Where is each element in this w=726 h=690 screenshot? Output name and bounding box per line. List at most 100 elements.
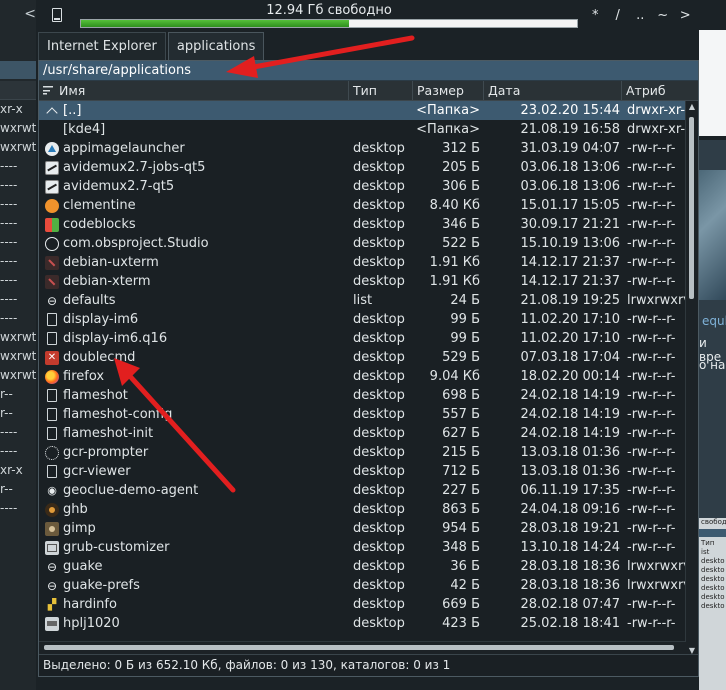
file-row[interactable]: appimagelauncher desktop 312 Б 31.03.19 04:… (39, 139, 686, 158)
file-row[interactable]: guake desktop 36 Б 28.03.18 18:36 lrwxrwxrv (39, 557, 686, 576)
file-icon (47, 389, 57, 402)
codeblocks-icon (45, 217, 59, 232)
column-attributes[interactable]: Атриб (622, 81, 686, 100)
root-button[interactable]: * (584, 8, 607, 23)
file-name-cell: defaults (39, 291, 345, 310)
file-attributes: lrwxrwxrv (627, 559, 686, 574)
symlink-icon (45, 294, 59, 308)
file-name-cell: debian-xterm (39, 272, 345, 291)
file-row[interactable]: firefox desktop 9.04 Кб 18.02.20 00:14 -rw-r… (39, 367, 686, 386)
horizontal-scrollbar[interactable] (39, 641, 686, 654)
file-size: 423 Б (442, 616, 480, 631)
file-date: 13.03.18 01:36 (520, 445, 621, 460)
column-date[interactable]: Дата (484, 81, 622, 100)
home-button[interactable]: ~ (652, 8, 675, 23)
file-name: flameshot (63, 388, 128, 403)
file-type: desktop (353, 179, 405, 194)
file-row[interactable]: grub-customizer desktop 348 Б 13.10.18 14:2… (39, 538, 686, 557)
file-date: 24.02.18 14:19 (520, 388, 621, 403)
left-panel-row: wxrwt (0, 121, 36, 135)
file-row[interactable]: guake-prefs desktop 42 Б 28.03.18 18:36 lrwx… (39, 576, 686, 595)
file-row[interactable]: [..] <Папка> 23.02.20 15:44 drwxr-xr- (39, 101, 686, 120)
horizontal-scroll-thumb[interactable] (44, 645, 674, 650)
column-size[interactable]: Размер (413, 81, 484, 100)
file-row[interactable]: codeblocks desktop 346 Б 30.09.17 21:21 -rw-… (39, 215, 686, 234)
file-attributes: -rw-r--r- (627, 502, 676, 517)
path-bar[interactable]: /usr/share/applications (39, 61, 698, 81)
drive-icon[interactable] (52, 8, 62, 22)
background-white-area (699, 30, 726, 136)
blank-icon (45, 123, 59, 137)
file-date: 11.02.20 17:10 (520, 312, 621, 327)
vertical-scrollbar[interactable]: ▲ ▼ (685, 101, 698, 657)
file-name: debian-uxterm (63, 255, 159, 270)
file-row[interactable]: debian-xterm desktop 1.91 Кб 14.12.17 21:37… (39, 272, 686, 291)
file-attributes: -rw-r--r- (627, 407, 676, 422)
left-panel-row: ---- (0, 311, 18, 325)
column-type[interactable]: Тип (349, 81, 413, 100)
column-name[interactable]: Имя (39, 81, 349, 100)
file-name: [..] (63, 103, 82, 118)
file-name: display-im6.q16 (63, 331, 168, 346)
drive-bar: 12.94 Гб свободно * / .. ~ > (36, 0, 699, 32)
file-row[interactable]: gimp desktop 954 Б 28.03.18 19:21 -rw-r--r- (39, 519, 686, 538)
file-name-cell: gcr-prompter (39, 443, 345, 462)
scroll-up-icon[interactable]: ▲ (688, 103, 696, 111)
file-row[interactable]: com.obsproject.Studio desktop 522 Б 15.10.1… (39, 234, 686, 253)
left-panel-nav-button[interactable]: < (2, 6, 36, 22)
obs-icon (45, 236, 59, 251)
left-panel-row: r-- (0, 387, 13, 401)
file-date: 14.12.17 21:37 (520, 274, 621, 289)
file-row[interactable]: avidemux2.7-qt5 desktop 306 Б 03.06.18 13:0… (39, 177, 686, 196)
file-size: 522 Б (442, 236, 480, 251)
file-row[interactable]: hardinfo desktop 669 Б 28.02.18 07:47 -rw-r-… (39, 595, 686, 614)
file-size: 348 Б (442, 540, 480, 555)
thumbnail-text: deskto (701, 593, 725, 601)
file-row[interactable]: flameshot-init desktop 627 Б 24.02.18 14:19… (39, 424, 686, 443)
file-type: desktop (353, 369, 405, 384)
gear-icon (45, 445, 59, 460)
file-row[interactable]: flameshot desktop 698 Б 24.02.18 14:19 -rw-r… (39, 386, 686, 405)
file-row[interactable]: debian-uxterm desktop 1.91 Кб 14.12.17 21:3… (39, 253, 686, 272)
file-size: 627 Б (442, 426, 480, 441)
file-row[interactable]: hplj1020 desktop 423 Б 25.02.18 18:41 -rw-r-… (39, 614, 686, 633)
file-row[interactable]: flameshot-config desktop 557 Б 24.02.18 14:… (39, 405, 686, 424)
vertical-scroll-thumb[interactable] (689, 117, 694, 299)
file-attributes: -rw-r--r- (627, 331, 676, 346)
forward-button[interactable]: > (674, 8, 697, 23)
file-size: 669 Б (442, 597, 480, 612)
file-row[interactable]: display-im6.q16 desktop 99 Б 11.02.20 17:10… (39, 329, 686, 348)
file-name: grub-customizer (63, 540, 170, 555)
background-link-text: equl (702, 314, 726, 328)
left-panel-row: ---- (0, 501, 18, 515)
file-size: 698 Б (442, 388, 480, 403)
file-name: hplj1020 (63, 616, 120, 631)
file-attributes: -rw-r--r- (627, 274, 676, 289)
file-row[interactable]: doublecmd desktop 529 Б 07.03.18 17:04 -rw-r… (39, 348, 686, 367)
file-row[interactable]: geoclue-demo-agent desktop 227 Б 06.11.19 1… (39, 481, 686, 500)
file-panel: /usr/share/applications Имя Тип Размер Д… (38, 60, 699, 677)
thumbnail-text: deskto (701, 566, 725, 574)
file-row[interactable]: clementine desktop 8.40 Кб 15.01.17 15:05 -r… (39, 196, 686, 215)
file-row[interactable]: [kde4] <Папка> 21.08.19 16:58 drwxr-xr- (39, 120, 686, 139)
file-name: codeblocks (63, 217, 136, 232)
file-name-cell: guake-prefs (39, 576, 345, 595)
file-row[interactable]: gcr-prompter desktop 215 Б 13.03.18 01:36 -r… (39, 443, 686, 462)
parent-dir-button[interactable]: .. (629, 8, 652, 23)
tab-applications[interactable]: applications (167, 32, 265, 60)
file-size: 227 Б (442, 483, 480, 498)
file-row[interactable]: ghb desktop 863 Б 24.04.18 09:16 -rw-r--r- (39, 500, 686, 519)
file-date: 14.12.17 21:37 (520, 255, 621, 270)
symlink-icon (45, 579, 59, 593)
left-panel-rows: xr-x wxrwt wxrwt ---- ---- ---- ---- ---- ---- --… (0, 100, 36, 518)
file-attributes: -rw-r--r- (627, 540, 676, 555)
tab-internet-explorer[interactable]: Internet Explorer (38, 32, 166, 60)
slash-button[interactable]: / (607, 8, 630, 23)
thumbnail-text: свобод (701, 518, 726, 526)
file-size: 529 Б (442, 350, 480, 365)
file-type: desktop (353, 350, 405, 365)
file-row[interactable]: display-im6 desktop 99 Б 11.02.20 17:10 -rw-… (39, 310, 686, 329)
file-row[interactable]: defaults list 24 Б 21.08.19 19:25 lrwxrwxrv (39, 291, 686, 310)
file-row[interactable]: avidemux2.7-jobs-qt5 desktop 205 Б 03.06.18… (39, 158, 686, 177)
file-row[interactable]: gcr-viewer desktop 712 Б 13.03.18 01:36 -rw-… (39, 462, 686, 481)
